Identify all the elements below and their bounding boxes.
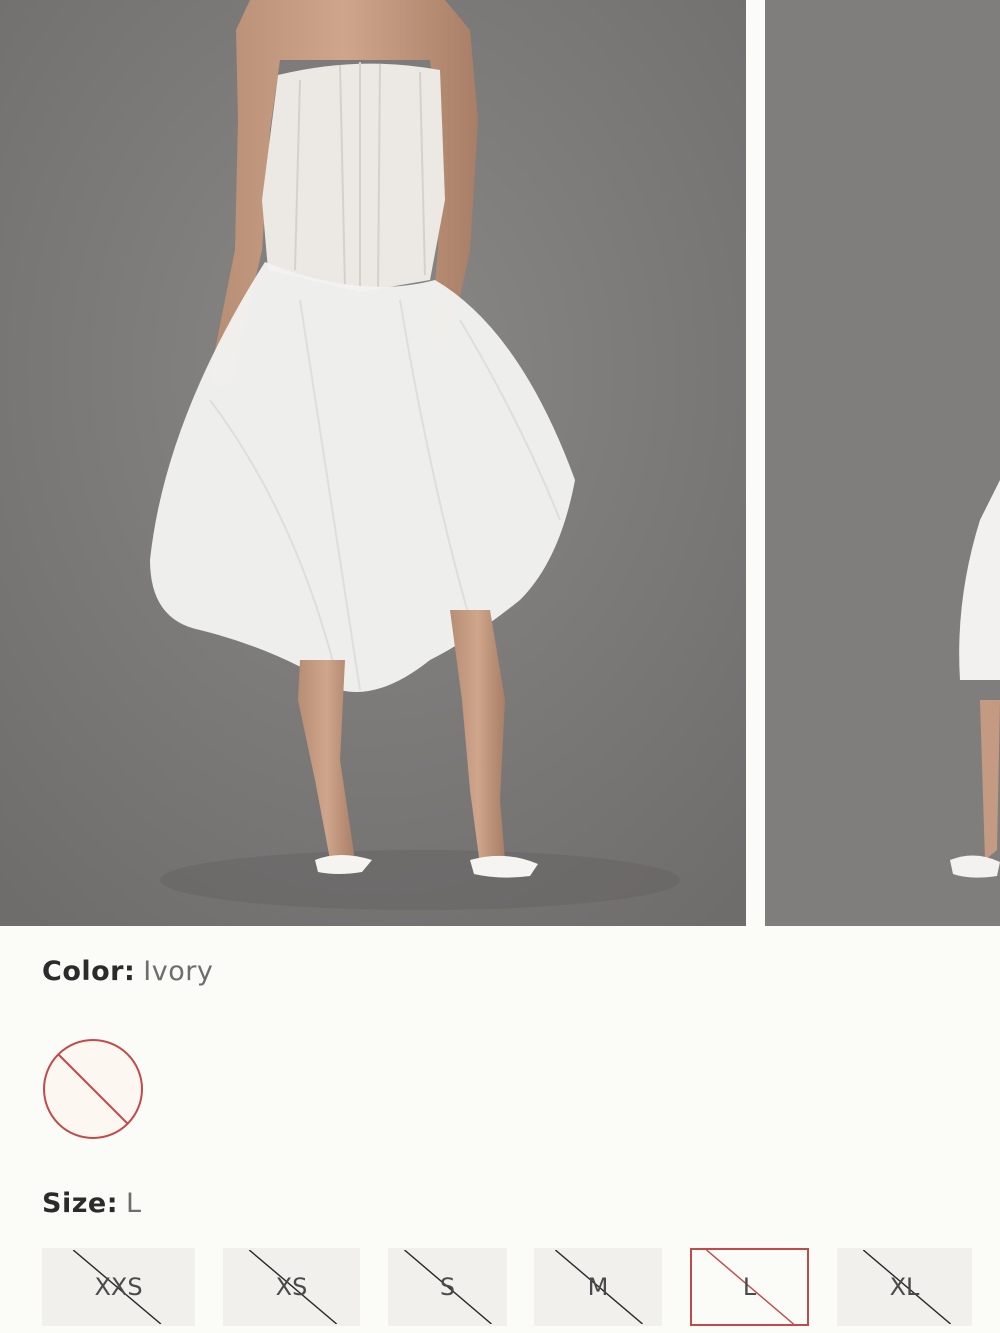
size-option-label: XL [889, 1273, 920, 1301]
product-image-main[interactable] [0, 0, 746, 926]
size-selection-heading: Size: L [42, 1188, 142, 1219]
unavailable-swatch-icon [43, 1039, 143, 1139]
size-option-xl[interactable]: XL [837, 1248, 972, 1326]
size-option-s[interactable]: S [388, 1248, 507, 1326]
size-option-label: XXS [94, 1273, 143, 1301]
size-option-l[interactable]: L [690, 1248, 809, 1326]
size-option-label: S [439, 1273, 456, 1301]
product-image-carousel[interactable] [0, 0, 1000, 926]
size-label: Size: [42, 1188, 119, 1219]
product-image-secondary[interactable] [765, 0, 1000, 926]
size-option-xxs[interactable]: XXS [42, 1248, 195, 1326]
color-swatch-ivory[interactable] [42, 1038, 144, 1140]
size-options: XXS XS S M L XL [0, 1248, 1000, 1328]
size-option-m[interactable]: M [534, 1248, 662, 1326]
color-selection-heading: Color: Ivory [42, 956, 213, 987]
color-value: Ivory [143, 956, 214, 987]
size-option-label: M [587, 1273, 609, 1301]
size-option-label: XS [275, 1273, 308, 1301]
size-option-xs[interactable]: XS [223, 1248, 360, 1326]
color-label: Color: [42, 956, 136, 987]
size-value: L [126, 1188, 142, 1219]
size-option-label: L [742, 1273, 757, 1301]
